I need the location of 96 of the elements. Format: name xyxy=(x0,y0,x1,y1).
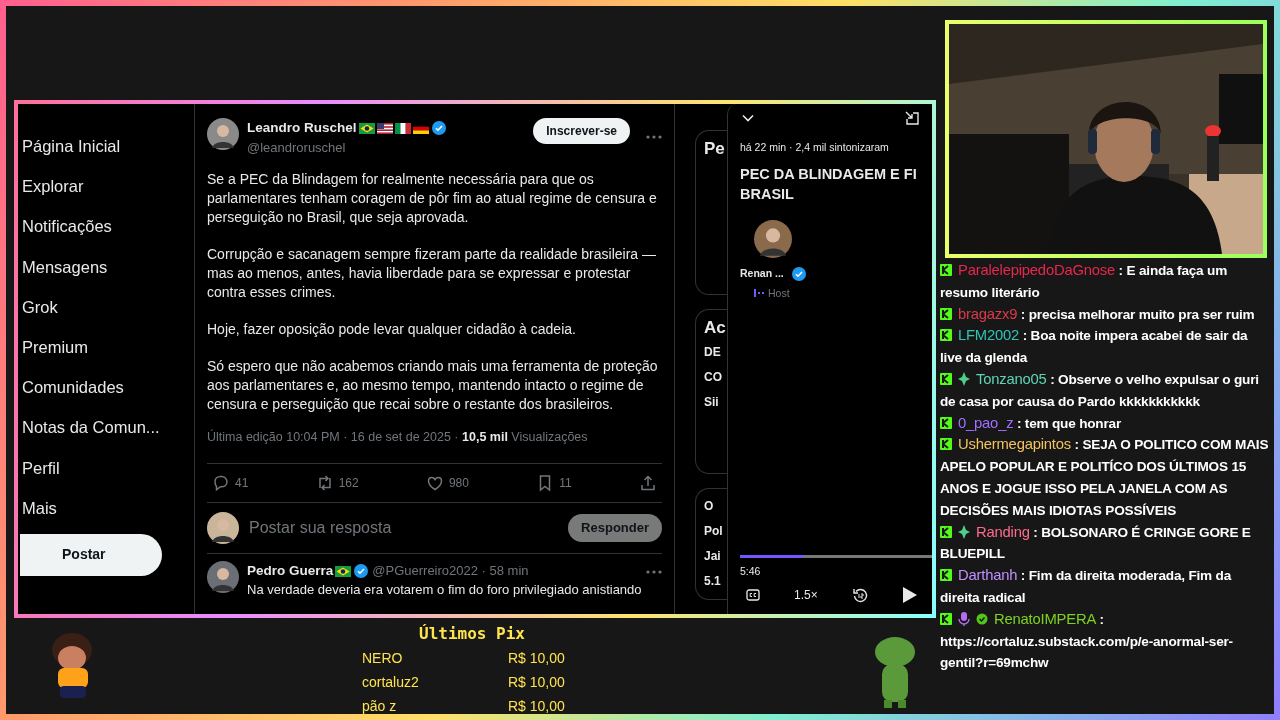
card-text: Pe xyxy=(704,139,726,158)
chat-message: RenatoIMPERA : https://cortaluz.substack.com/p/e-anormal-ser-gentil?r=69mchw xyxy=(940,609,1234,673)
reply-text: Na verdade deveria era votarem o fim do foro privilegiado anistiando xyxy=(247,581,643,598)
avatar xyxy=(207,560,239,593)
flag-icon xyxy=(394,122,411,134)
nav-item[interactable]: Perfil xyxy=(22,447,194,488)
user-avatar xyxy=(207,511,239,544)
progress-track[interactable] xyxy=(740,555,932,559)
k-badge-icon xyxy=(940,328,952,343)
chat-username[interactable]: ParalelepipedoDaGnose xyxy=(958,262,1116,278)
chat-message: bragazx9 : precisa melhorar muito pra ser ruim xyxy=(940,303,1270,326)
tweet-paragraph: Corrupção e sacanagem sempre fizeram parte da realidade brasileira — mas ao menos, antes, havia liberdade para se expressar e protestar contra esses crimes. xyxy=(207,244,657,302)
action-count: 11 xyxy=(559,474,572,492)
tweet-paragraph: Só espero que não acabemos criando mais uma ferramenta de proteção aos parlamentares e, ao mesmo tempo, mantendo intacto o regime de censura e perseguição que recai sobre o restante dos brasileiros. xyxy=(207,356,659,414)
card-text: Ac xyxy=(704,318,727,337)
chat-username[interactable]: bragazx9 xyxy=(958,305,1018,322)
author-name[interactable]: Pedro Guerra xyxy=(247,560,334,582)
chat-username[interactable]: Darthanh xyxy=(958,567,1018,584)
author-handle[interactable]: @PGuerreiro2022 · 58 min xyxy=(372,561,529,581)
more-icon[interactable] xyxy=(646,569,662,574)
action-count: 980 xyxy=(448,474,469,492)
donor-name: pão z xyxy=(362,696,398,716)
chat-username[interactable]: Tonzano05 xyxy=(976,371,1047,387)
chat-message: Randing : BOLSONARO É CRINGE GORE E BLUEPILL xyxy=(940,522,1252,564)
minimize-icon[interactable] xyxy=(904,110,920,126)
k-badge-icon xyxy=(940,415,952,430)
tweet-paragraph: Hoje, fazer oposição pode levar qualquer cidadão à cadeia. xyxy=(207,319,577,339)
speed-button[interactable]: 1.5× xyxy=(794,586,818,604)
donations-title: Últimos Pix xyxy=(418,623,526,645)
donor-name: NERO xyxy=(362,648,404,668)
k-badge-icon xyxy=(940,524,952,539)
card-text: O xyxy=(704,498,715,515)
chat-message: LFM2002 : Boa noite impera acabei de sair da live da glenda xyxy=(940,326,1249,368)
donor-name: cortaluz2 xyxy=(362,672,420,692)
mic-badge-icon xyxy=(958,611,970,626)
tweet-meta: Última edição 10:04 PM · 16 de set de 2025 · 10,5 mil Visualizações xyxy=(207,428,589,446)
card-text: Sii xyxy=(704,394,720,411)
nav-item[interactable]: Comunidades xyxy=(22,367,194,408)
more-icon[interactable] xyxy=(646,135,662,140)
nav-item[interactable]: Mais xyxy=(22,487,194,528)
k-badge-icon xyxy=(940,263,952,277)
nav-item[interactable]: Página Inicial xyxy=(22,126,194,167)
nav-item[interactable]: Premium xyxy=(22,326,194,368)
card-text: DE xyxy=(704,344,722,361)
diamond-badge-icon xyxy=(958,372,970,386)
chat-message: Tonzano05 : Observe o velho expulsar o guri de casa por causa do Pardo kkkkkkkkkkk xyxy=(940,370,1260,411)
k-badge-icon xyxy=(940,306,952,321)
nav-item[interactable]: Mensagens xyxy=(22,246,194,287)
flag-icon xyxy=(376,122,393,134)
chat-username[interactable]: RenatoIMPERA xyxy=(994,610,1097,627)
tweet-paragraph: Se a PEC da Blindagem for realmente necessária para que os parlamentares tenham coragem de pôr fim ao atual regime de censura e perseguição no Brasil, que seja aprovada. xyxy=(207,169,658,227)
k-badge-icon xyxy=(940,372,952,386)
nav-item[interactable]: Explorar xyxy=(22,166,194,207)
chat-username[interactable]: Randing xyxy=(976,523,1030,540)
rewind-icon[interactable] xyxy=(851,587,868,603)
elapsed-time: 5:46 xyxy=(740,564,762,580)
space-title: BRASIL xyxy=(740,184,795,204)
author-handle[interactable]: @leandroruschel xyxy=(247,138,534,158)
host-name[interactable]: Renan ... xyxy=(740,265,784,282)
author-name[interactable]: Leandro Ruschel xyxy=(247,118,357,139)
nav-item[interactable]: Notas da Comun... xyxy=(22,407,194,448)
k-badge-icon xyxy=(940,611,952,626)
card-text: Jai xyxy=(704,548,722,565)
avatar xyxy=(207,118,239,150)
k-badge-icon xyxy=(940,437,952,452)
speaker-bars-icon xyxy=(754,289,764,298)
host-label: Host xyxy=(768,285,790,301)
space-title: PEC DA BLINDAGEM E FI xyxy=(740,164,918,184)
diamond-badge-icon xyxy=(958,524,970,539)
flag-icon xyxy=(358,122,375,134)
space-meta: há 22 min · 2,4 mil sintonizaram xyxy=(740,140,890,155)
post-button[interactable]: Postar xyxy=(20,533,162,576)
nav-item[interactable]: Grok xyxy=(22,286,194,327)
chat-username[interactable]: 0_pao_z xyxy=(958,414,1014,431)
action-count: 162 xyxy=(338,474,359,492)
donation-amount: R$ 10,00 xyxy=(508,648,565,668)
chat-message: ParalelepipedoDaGnose : E ainda faça um resumo literário xyxy=(940,261,1229,302)
nav-item[interactable]: Notificações xyxy=(22,206,194,247)
check-badge-icon xyxy=(976,611,988,626)
follow-button[interactable]: Inscrever-se xyxy=(533,118,630,144)
chat-message: Ushermegapintos : SEJA O POLITICO COM MAIS APELO POPULAR E POLITÍCO DOS ÚLTIMOS 15 ANOS E JOGUE ISSO PELA JANELA COM AS DECISÕES MAIS IDIOTAS POSSÍVEIS xyxy=(940,435,1270,520)
donation-amount: R$ 10,00 xyxy=(508,696,565,716)
card-text: CO xyxy=(704,369,723,386)
donation-amount: R$ 10,00 xyxy=(508,672,565,692)
chat-message: Darthanh : Fim da direita moderada, Fim da direita radical xyxy=(940,566,1233,607)
captions-icon[interactable] xyxy=(746,589,760,601)
chat-message: 0_pao_z : tem que honrar xyxy=(940,412,1270,435)
action-count: 41 xyxy=(235,474,249,492)
card-text: 5.1 xyxy=(704,573,722,590)
play-icon[interactable] xyxy=(902,586,918,604)
flag-icon xyxy=(335,565,352,577)
card-text: Pol xyxy=(704,523,724,540)
chat-username[interactable]: Ushermegapintos xyxy=(958,436,1071,453)
k-badge-icon xyxy=(940,568,952,583)
host-avatar xyxy=(754,219,792,258)
chat-username[interactable]: LFM2002 xyxy=(958,327,1020,344)
